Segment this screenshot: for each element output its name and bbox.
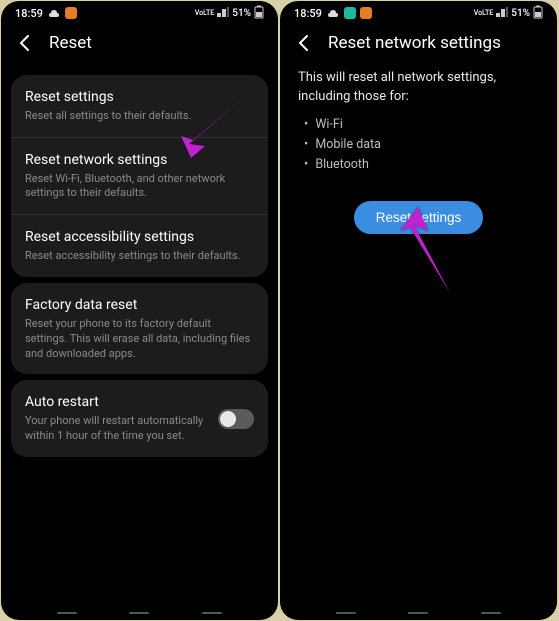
nav-home[interactable] [408, 612, 428, 614]
volte-label: VoLTE [195, 10, 214, 17]
bullet-bluetooth: Bluetooth [304, 155, 539, 175]
auto-restart-group: Auto restart Your phone will restart aut… [11, 380, 268, 457]
reset-options-group: Reset settings Reset all settings to the… [11, 75, 268, 277]
row-title: Reset accessibility settings [25, 228, 254, 247]
battery-icon [254, 5, 264, 22]
row-title: Auto restart [25, 393, 206, 412]
status-bar: 18:59 VoLTE 51% [1, 1, 278, 23]
row-sub: Your phone will restart automatically wi… [25, 414, 206, 444]
header: Reset [1, 23, 278, 69]
battery-pct: 51% [232, 8, 251, 19]
nav-bar [1, 612, 278, 614]
status-time: 18:59 [15, 7, 43, 20]
factory-reset-group: Factory data reset Reset your phone to i… [11, 283, 268, 374]
content-body: This will reset all network settings, in… [280, 69, 557, 234]
nav-recent[interactable] [57, 612, 77, 614]
auto-restart-row[interactable]: Auto restart Your phone will restart aut… [11, 380, 268, 457]
nav-bar [280, 612, 557, 614]
back-icon[interactable] [294, 33, 314, 53]
row-title: Reset settings [25, 88, 254, 107]
row-title: Factory data reset [25, 296, 254, 315]
bullet-list: Wi-Fi Mobile data Bluetooth [304, 115, 539, 175]
app-badge-icon [344, 7, 356, 19]
reset-settings-button[interactable]: Reset settings [354, 201, 484, 234]
nav-home[interactable] [129, 612, 149, 614]
app-badge-icon [65, 7, 77, 19]
reset-accessibility-row[interactable]: Reset accessibility settings Reset acces… [11, 215, 268, 277]
nav-back[interactable] [202, 612, 222, 614]
volte-label: VoLTE [474, 10, 493, 17]
factory-reset-row[interactable]: Factory data reset Reset your phone to i… [11, 283, 268, 374]
back-icon[interactable] [15, 33, 35, 53]
page-title: Reset [49, 33, 92, 53]
app-badge-icon [360, 7, 372, 19]
row-sub: Reset all settings to their defaults. [25, 109, 254, 124]
nav-recent[interactable] [336, 612, 356, 614]
intro-text: This will reset all network settings, in… [298, 69, 539, 107]
row-sub: Reset Wi-Fi, Bluetooth, and other networ… [25, 172, 254, 202]
nav-back[interactable] [481, 612, 501, 614]
weather-icon [47, 7, 61, 19]
bullet-wifi: Wi-Fi [304, 115, 539, 135]
page-title: Reset network settings [328, 33, 501, 53]
weather-icon [326, 7, 340, 19]
status-time: 18:59 [294, 7, 322, 20]
row-title: Reset network settings [25, 151, 254, 170]
signal-icon [217, 7, 229, 20]
status-bar: 18:59 VoLTE 51% [280, 1, 557, 23]
row-sub: Reset your phone to its factory default … [25, 317, 254, 362]
bullet-mobile-data: Mobile data [304, 135, 539, 155]
battery-pct: 51% [511, 8, 530, 19]
phone-screen-reset-network: 18:59 VoLTE 51% Reset network settings T… [280, 1, 557, 620]
reset-settings-row[interactable]: Reset settings Reset all settings to the… [11, 75, 268, 138]
header: Reset network settings [280, 23, 557, 69]
battery-icon [533, 5, 543, 22]
signal-icon [496, 7, 508, 20]
phone-screen-reset-list: 18:59 VoLTE 51% Reset Reset settings Res… [1, 1, 278, 620]
row-sub: Reset accessibility settings to their de… [25, 249, 254, 264]
reset-network-row[interactable]: Reset network settings Reset Wi-Fi, Blue… [11, 138, 268, 216]
auto-restart-toggle[interactable] [218, 409, 254, 429]
